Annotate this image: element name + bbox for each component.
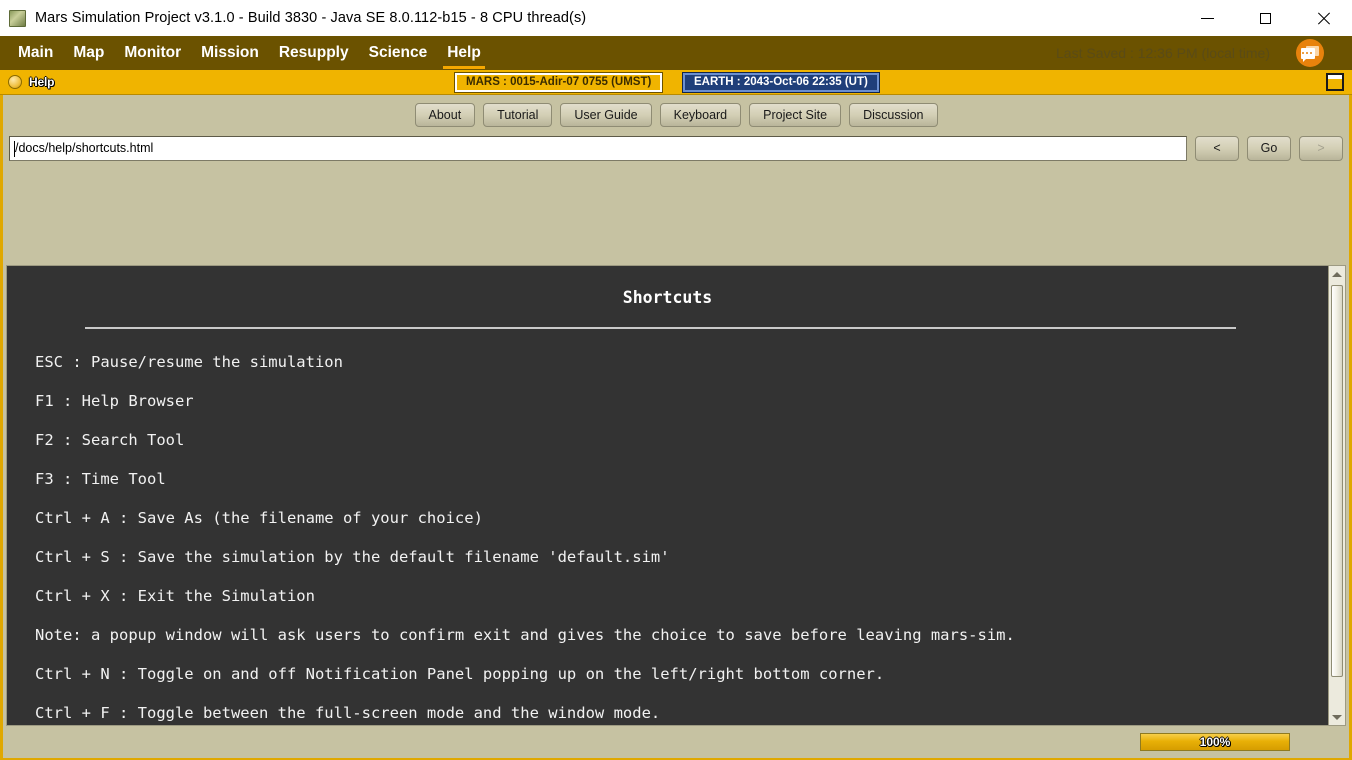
title-bar: Mars Simulation Project v3.1.0 - Build 3… — [0, 0, 1352, 36]
menu-item-science[interactable]: Science — [359, 36, 438, 70]
radio-selected-icon — [8, 75, 22, 89]
list-item: Ctrl + N : Toggle on and off Notificatio… — [35, 665, 885, 683]
list-item: Ctrl + S : Save the simulation by the de… — [35, 548, 670, 566]
list-item: F3 : Time Tool — [35, 470, 166, 488]
project-site-button[interactable]: Project Site — [749, 103, 842, 127]
tutorial-button[interactable]: Tutorial — [483, 103, 553, 127]
url-input[interactable]: /docs/help/shortcuts.html — [9, 135, 1187, 161]
vertical-scrollbar[interactable] — [1328, 266, 1345, 725]
last-saved-status: Last Saved : 12:36 PM (local time) — [1056, 45, 1270, 61]
minimize-button[interactable] — [1178, 0, 1236, 36]
shortcut-list: ESC : Pause/resume the simulation F1 : H… — [7, 329, 1328, 725]
help-nav-buttons: About Tutorial User Guide Keyboard Proje… — [3, 95, 1349, 129]
keyboard-button[interactable]: Keyboard — [659, 103, 742, 127]
scrollbar-thumb[interactable] — [1331, 285, 1343, 677]
list-item: F1 : Help Browser — [35, 392, 194, 410]
list-item: Ctrl + X : Exit the Simulation — [35, 587, 315, 605]
menu-item-resupply[interactable]: Resupply — [269, 36, 359, 70]
scroll-up-button[interactable] — [1329, 266, 1345, 282]
list-item: Ctrl + A : Save As (the filename of your… — [35, 509, 483, 527]
menu-item-monitor[interactable]: Monitor — [114, 36, 191, 70]
scroll-down-button[interactable] — [1329, 709, 1345, 725]
chat-bubble-dots — [1302, 52, 1312, 54]
minimize-icon — [1200, 12, 1214, 25]
url-row: /docs/help/shortcuts.html < Go > — [3, 131, 1349, 165]
list-item: ESC : Pause/resume the simulation — [35, 353, 343, 371]
go-button[interactable]: Go — [1247, 135, 1291, 161]
list-item: Ctrl + F : Toggle between the full-scree… — [35, 704, 661, 722]
window-controls — [1178, 0, 1352, 36]
back-button[interactable]: < — [1195, 135, 1239, 161]
status-bar: 100% — [6, 729, 1346, 755]
user-guide-button[interactable]: User Guide — [560, 103, 652, 127]
forward-button[interactable]: > — [1299, 135, 1343, 161]
menu-item-main[interactable]: Main — [8, 36, 63, 70]
earth-clock: EARTH : 2043-Oct-06 22:35 (UT) — [683, 72, 879, 92]
about-button[interactable]: About — [414, 103, 476, 127]
list-item: Note: a popup window will ask users to c… — [35, 626, 1015, 644]
list-item: F2 : Search Tool — [35, 431, 185, 449]
chevron-up-icon — [1332, 271, 1342, 277]
chat-bubble-icon[interactable] — [1296, 39, 1324, 67]
close-icon — [1317, 11, 1330, 25]
maximize-icon — [1259, 12, 1272, 25]
tab-help-label: Help — [29, 75, 55, 89]
chevron-down-icon — [1332, 714, 1342, 720]
menu-bar: Main Map Monitor Mission Resupply Scienc… — [0, 36, 1352, 70]
tab-strip: Help MARS : 0015-Adir-07 0755 (UMST) EAR… — [0, 70, 1352, 95]
page-title: Shortcuts — [622, 288, 713, 307]
restore-panel-icon[interactable] — [1326, 73, 1344, 91]
maximize-button[interactable] — [1236, 0, 1294, 36]
window-title: Mars Simulation Project v3.1.0 - Build 3… — [35, 10, 587, 26]
menu-item-mission[interactable]: Mission — [191, 36, 269, 70]
tab-help[interactable]: Help — [8, 70, 54, 95]
mars-app-icon — [9, 9, 26, 27]
progress-label: 100% — [1199, 735, 1231, 749]
progress-bar: 100% — [1140, 733, 1290, 751]
menu-item-map[interactable]: Map — [63, 36, 114, 70]
help-browser-panel: About Tutorial User Guide Keyboard Proje… — [0, 95, 1352, 760]
document-viewport: Shortcuts ESC : Pause/resume the simulat… — [6, 265, 1346, 726]
document-content: Shortcuts ESC : Pause/resume the simulat… — [7, 266, 1328, 725]
discussion-button[interactable]: Discussion — [849, 103, 938, 127]
menu-item-help[interactable]: Help — [437, 36, 491, 70]
close-button[interactable] — [1294, 0, 1352, 36]
mars-clock: MARS : 0015-Adir-07 0755 (UMST) — [455, 72, 663, 92]
